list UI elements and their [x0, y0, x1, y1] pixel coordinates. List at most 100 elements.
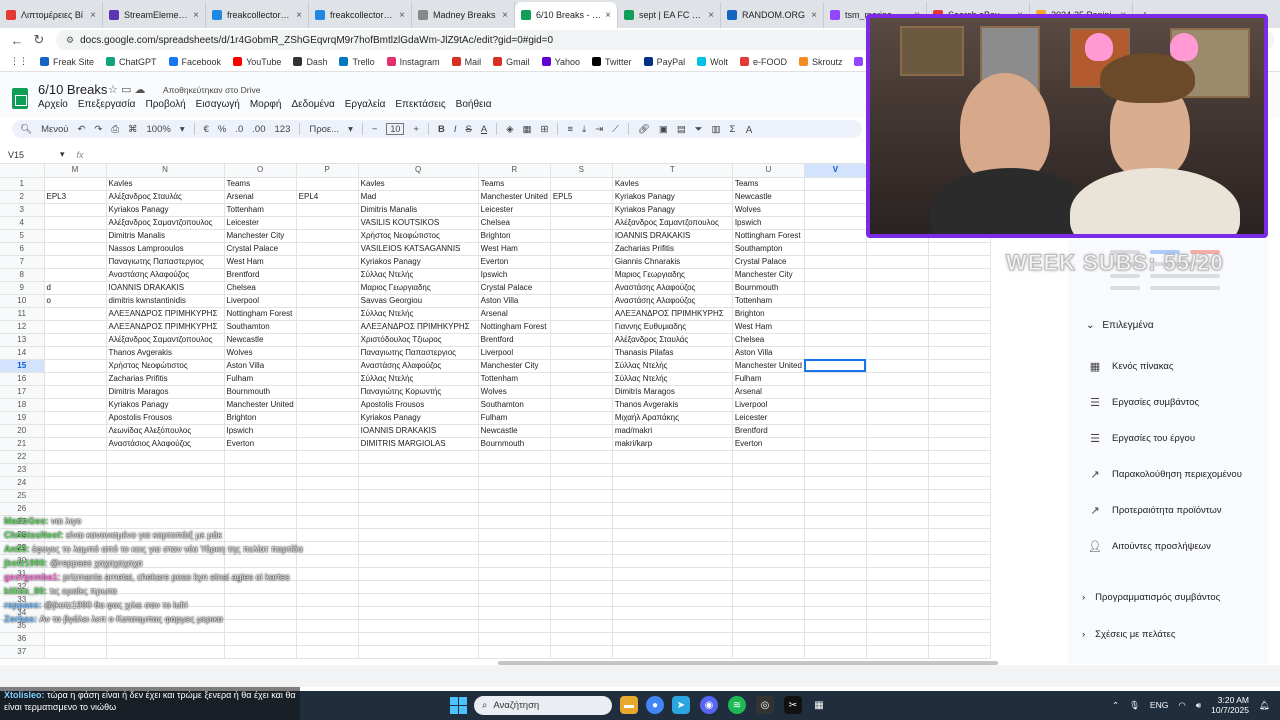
- menu-item[interactable]: Βοήθεια: [456, 99, 492, 110]
- cell[interactable]: Zacharias Prifitis: [612, 242, 733, 256]
- cell[interactable]: [358, 567, 479, 581]
- cell[interactable]: Chelsea: [732, 333, 805, 347]
- cell[interactable]: [804, 242, 867, 256]
- cell[interactable]: [928, 528, 991, 542]
- cell[interactable]: [804, 333, 867, 347]
- cell[interactable]: [866, 567, 929, 581]
- cell[interactable]: [358, 450, 479, 464]
- cell[interactable]: Brentford: [224, 268, 297, 282]
- row-header[interactable]: 26: [0, 502, 45, 516]
- cell[interactable]: [44, 255, 107, 269]
- cell[interactable]: [804, 281, 867, 295]
- cell[interactable]: [550, 216, 613, 230]
- row-header[interactable]: 25: [0, 489, 45, 503]
- cell[interactable]: [296, 177, 359, 191]
- row-header[interactable]: 4: [0, 216, 45, 230]
- cell[interactable]: [550, 242, 613, 256]
- cell[interactable]: [866, 385, 929, 399]
- cell[interactable]: [550, 502, 613, 516]
- cell[interactable]: Giannis Chnarakis: [612, 255, 733, 269]
- vertical-align-icon[interactable]: ⤓: [582, 124, 586, 135]
- browser-tab[interactable]: freakcollectors.co ×: [309, 2, 412, 28]
- cell[interactable]: Teams: [732, 177, 805, 191]
- cell[interactable]: West Ham: [732, 320, 805, 334]
- cell[interactable]: Kavles: [358, 177, 479, 191]
- cell[interactable]: Σύλλας Ντελής: [358, 268, 479, 282]
- bookmark-item[interactable]: Yahoo: [538, 57, 584, 67]
- cell[interactable]: [732, 476, 805, 490]
- cell[interactable]: [550, 177, 613, 191]
- cell[interactable]: [44, 424, 107, 438]
- cell[interactable]: Leicester: [732, 411, 805, 425]
- star-icon[interactable]: ☆: [108, 84, 118, 96]
- bookmark-item[interactable]: e-FOOD: [736, 57, 791, 67]
- cell[interactable]: [866, 645, 929, 659]
- functions-icon[interactable]: Σ: [729, 124, 735, 135]
- cell[interactable]: Ipswich: [478, 268, 551, 282]
- cell[interactable]: [44, 645, 107, 659]
- cell[interactable]: [866, 281, 929, 295]
- cell[interactable]: [804, 229, 867, 243]
- close-tab-icon[interactable]: ×: [90, 10, 96, 21]
- cell[interactable]: [44, 398, 107, 412]
- cell[interactable]: [866, 515, 929, 529]
- menu-search[interactable]: Μενού: [41, 124, 68, 135]
- cell[interactable]: [928, 502, 991, 516]
- cell[interactable]: [478, 606, 551, 620]
- cell[interactable]: [732, 489, 805, 503]
- cell[interactable]: [804, 437, 867, 451]
- cell[interactable]: [106, 645, 225, 659]
- cell[interactable]: [44, 450, 107, 464]
- cell[interactable]: Crystal Palace: [224, 242, 297, 256]
- column-header[interactable]: R: [478, 164, 551, 178]
- cell[interactable]: [478, 554, 551, 568]
- cell[interactable]: Wolves: [224, 346, 297, 360]
- cell[interactable]: Chelsea: [224, 281, 297, 295]
- cell[interactable]: [866, 450, 929, 464]
- row-header[interactable]: 17: [0, 385, 45, 399]
- browser-tab[interactable]: freakcollectors.co ×: [206, 2, 309, 28]
- cell[interactable]: Apostolis Frousos: [358, 398, 479, 412]
- cell[interactable]: Arsenal: [732, 385, 805, 399]
- cell[interactable]: [44, 489, 107, 503]
- cell[interactable]: [358, 632, 479, 646]
- cell[interactable]: Teams: [478, 177, 551, 191]
- row-header[interactable]: 7: [0, 255, 45, 269]
- cell[interactable]: Thanos Avgerakis: [612, 398, 733, 412]
- cell[interactable]: Παναγιώτης Κορωντής: [358, 385, 479, 399]
- cell[interactable]: [478, 502, 551, 516]
- decrease-decimal-button[interactable]: .0: [235, 124, 243, 135]
- merge-cells-icon[interactable]: ⊞: [540, 124, 548, 135]
- cell[interactable]: Dimitris Maragos: [106, 385, 225, 399]
- cell[interactable]: Kyriakos Panagy: [358, 255, 479, 269]
- cell[interactable]: [866, 242, 929, 256]
- cell[interactable]: Αναστάσης Αλαφούζος: [106, 268, 225, 282]
- percent-format-button[interactable]: %: [218, 124, 226, 135]
- cell[interactable]: [928, 346, 991, 360]
- cell[interactable]: Παναγιωτης Παπαστεργιος: [358, 346, 479, 360]
- cell[interactable]: [866, 268, 929, 282]
- bookmark-item[interactable]: Facebook: [165, 57, 226, 67]
- cell[interactable]: [296, 372, 359, 386]
- cell[interactable]: [928, 463, 991, 477]
- cell[interactable]: [296, 424, 359, 438]
- cell[interactable]: [804, 450, 867, 464]
- cell[interactable]: [612, 528, 733, 542]
- cell[interactable]: [928, 359, 991, 373]
- browser-tab[interactable]: Λιπτομέρειες Βί ×: [0, 2, 103, 28]
- row-header[interactable]: 14: [0, 346, 45, 360]
- cell[interactable]: Liverpool: [478, 346, 551, 360]
- cell[interactable]: [928, 554, 991, 568]
- cell[interactable]: [296, 632, 359, 646]
- cell[interactable]: Σύλλας Ντελής: [358, 307, 479, 321]
- cell[interactable]: EPL4: [296, 190, 359, 204]
- row-header[interactable]: 9: [0, 281, 45, 295]
- cell[interactable]: [478, 463, 551, 477]
- cell[interactable]: [478, 619, 551, 633]
- cell[interactable]: [44, 177, 107, 191]
- cell[interactable]: [550, 411, 613, 425]
- cell[interactable]: [358, 515, 479, 529]
- cell[interactable]: Γιαννης Ευθυμιαδης: [612, 320, 733, 334]
- cell[interactable]: [804, 307, 867, 321]
- increase-decimal-button[interactable]: .00: [252, 124, 265, 135]
